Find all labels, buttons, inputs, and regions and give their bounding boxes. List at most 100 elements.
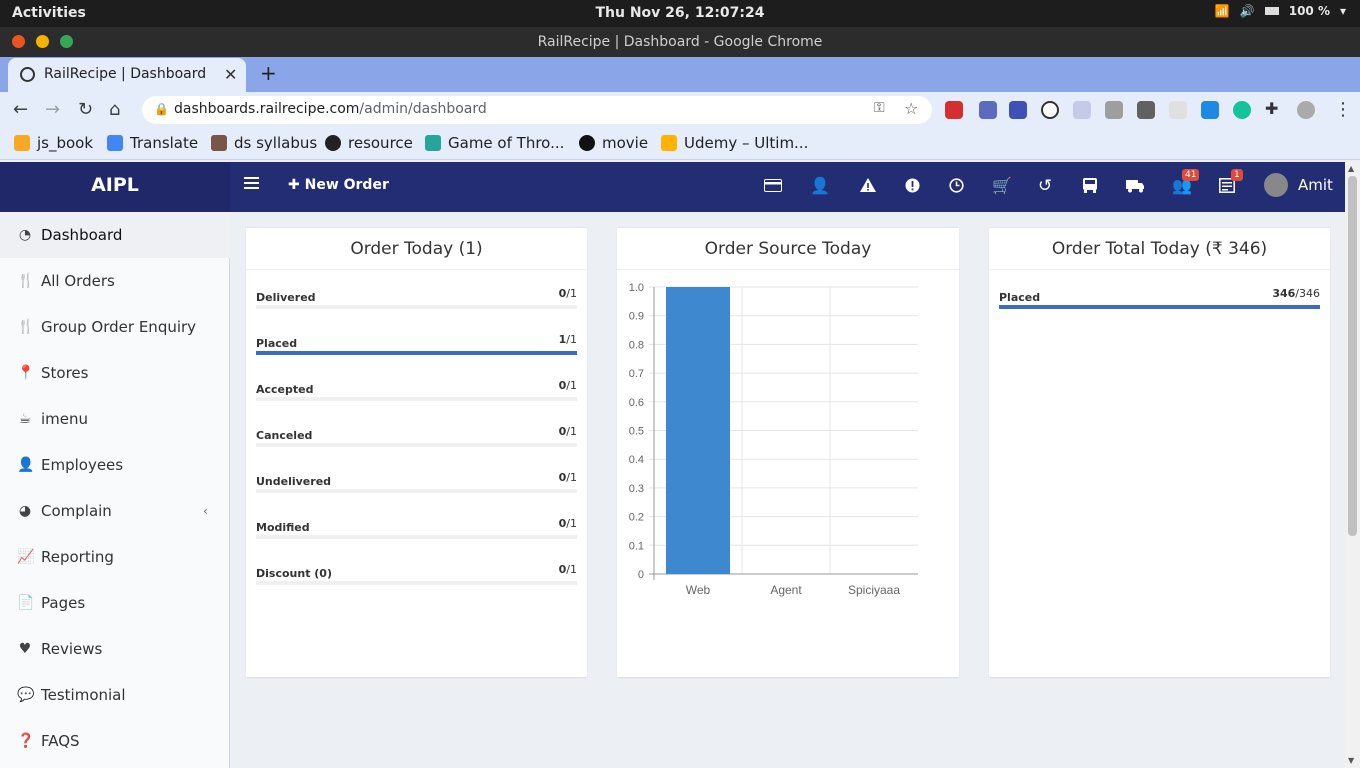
menu-icon[interactable]: ⋮: [1334, 99, 1352, 120]
address-bar[interactable]: 🔒 dashboards.railrecipe.com/admin/dashbo…: [142, 96, 932, 124]
new-order-button[interactable]: ✚ New Order: [288, 177, 389, 193]
bookmark-item[interactable]: ds syllabus: [211, 134, 317, 152]
sidebar-item-employees[interactable]: 👤 Employees: [0, 442, 230, 488]
extension-icon[interactable]: [1073, 101, 1091, 119]
sidebar-item-complain[interactable]: ◕ Complain ‹: [0, 488, 230, 534]
back-icon[interactable]: ←: [13, 99, 28, 120]
hamburger-icon[interactable]: [244, 176, 259, 190]
chevron-left-icon: ‹: [203, 504, 208, 518]
truck-icon[interactable]: [1126, 179, 1145, 193]
new-tab-icon[interactable]: +: [260, 61, 277, 85]
window-title: RailRecipe | Dashboard - Google Chrome: [537, 34, 823, 50]
bookmark-item[interactable]: js_book: [14, 134, 93, 152]
scroll-down-icon[interactable]: ▼: [1348, 756, 1354, 765]
extension-icon[interactable]: [1137, 101, 1155, 119]
extension-icon[interactable]: [1201, 101, 1219, 119]
progress-undelivered: Undelivered 0/1: [256, 469, 577, 509]
cart-icon[interactable]: 🛒: [992, 176, 1012, 195]
play-icon: [579, 135, 595, 151]
sidebar-item-reporting[interactable]: 📈 Reporting: [0, 534, 230, 580]
order-today-panel: Order Today (1) Delivered 0/1 Placed 1/1 A…: [246, 227, 587, 677]
bookmark-item[interactable]: Translate: [107, 134, 198, 152]
extension-icon[interactable]: [1233, 101, 1251, 119]
progress-total-placed: Placed 346/346: [999, 285, 1320, 325]
progress-accepted: Accepted 0/1: [256, 377, 577, 417]
x-tick-label: Agent: [770, 583, 802, 597]
cc-icon: [211, 135, 227, 151]
cutlery-icon: 🍴: [17, 273, 35, 289]
star-icon[interactable]: ☆: [904, 99, 918, 118]
sidebar-item-all-orders[interactable]: 🍴 All Orders: [0, 258, 230, 304]
clock-icon[interactable]: [949, 178, 964, 193]
order-source-title: Order Source Today: [617, 228, 959, 270]
wifi-icon: 📶: [1214, 4, 1230, 18]
y-tick-label: 0.7: [629, 368, 644, 380]
map-marker-icon: 📍: [17, 365, 35, 381]
plus-icon: ✚: [288, 177, 305, 193]
sidebar-item-testimonial[interactable]: 💬 Testimonial: [0, 672, 230, 718]
sidebar-item-pages[interactable]: 📄 Pages: [0, 580, 230, 626]
browser-tab[interactable]: RailRecipe | Dashboard ✕: [8, 58, 246, 92]
sidebar: ◔ Dashboard 🍴 All Orders 🍴 Group Order Enqu…: [0, 212, 230, 768]
globe-icon: [20, 67, 35, 82]
history-icon[interactable]: ↺: [1038, 176, 1052, 196]
extension-icon[interactable]: [1041, 101, 1059, 119]
brand-logo[interactable]: AIPL: [0, 162, 230, 212]
volume-icon: 🔊: [1239, 4, 1255, 18]
extension-icon[interactable]: [1105, 101, 1123, 119]
extension-icon[interactable]: [945, 101, 963, 119]
udemy-icon: [661, 135, 677, 151]
cutlery-icon: 🍴: [17, 319, 35, 335]
user-menu[interactable]: Amit: [1264, 173, 1333, 197]
battery-level: 100 %: [1288, 4, 1330, 18]
profile-avatar[interactable]: [1297, 101, 1315, 119]
bookmark-item[interactable]: Udemy – Ultim...: [661, 134, 808, 152]
github-icon: [325, 135, 341, 151]
extension-icon[interactable]: [979, 101, 997, 119]
close-tab-icon[interactable]: ✕: [224, 65, 237, 84]
y-tick-label: 0.2: [629, 512, 644, 524]
sidebar-item-faqs[interactable]: ❓ FAQS: [0, 718, 230, 764]
extension-icon[interactable]: [1009, 101, 1027, 119]
scroll-up-icon[interactable]: ▲: [1348, 164, 1354, 173]
y-tick-label: 0: [638, 569, 644, 581]
dashboard-icon: ◔: [18, 227, 32, 243]
clock[interactable]: Thu Nov 26, 12:07:24: [0, 5, 1360, 21]
forward-icon[interactable]: →: [45, 99, 60, 120]
key-icon[interactable]: ⚿: [874, 100, 885, 116]
sidebar-item-reviews[interactable]: ♥ Reviews: [0, 626, 230, 672]
order-total-panel: Order Total Today (₹ 346) Placed 346/346: [989, 227, 1330, 677]
bookmark-item[interactable]: movie: [579, 134, 648, 152]
y-tick-label: 0.1: [629, 540, 644, 552]
sidebar-item-dashboard[interactable]: ◔ Dashboard: [0, 212, 230, 258]
y-tick-label: 1.0: [629, 282, 644, 294]
bus-icon[interactable]: [1082, 177, 1098, 194]
home-icon[interactable]: ⌂: [109, 99, 120, 120]
exclamation-icon[interactable]: [905, 178, 920, 193]
sidebar-item-group-order-enquiry[interactable]: 🍴 Group Order Enquiry: [0, 304, 230, 350]
question-icon: ❓: [17, 733, 35, 749]
pie-chart-icon: ◕: [18, 503, 32, 519]
order-today-title: Order Today (1): [246, 228, 587, 270]
sidebar-item-imenu[interactable]: ☕ imenu: [0, 396, 230, 442]
site-icon: [425, 135, 441, 151]
puzzle-icon[interactable]: ✚: [1265, 99, 1278, 118]
scrollbar-thumb[interactable]: [1348, 176, 1357, 536]
bar-web: [666, 287, 730, 574]
card-icon[interactable]: [764, 179, 782, 192]
extension-icon[interactable]: [1169, 101, 1187, 119]
users-badge: 41: [1182, 169, 1200, 181]
sidebar-item-stores[interactable]: 📍 Stores: [0, 350, 230, 396]
warning-icon[interactable]: [859, 177, 877, 193]
system-tray[interactable]: 📶 🔊 100 % ▾: [1215, 4, 1346, 18]
tab-title: RailRecipe | Dashboard: [44, 66, 207, 82]
url-domain: dashboards.railrecipe.com: [174, 101, 360, 117]
order-total-title: Order Total Today (₹ 346): [989, 228, 1330, 270]
bookmark-item[interactable]: Game of Thro...: [425, 134, 564, 152]
user-times-icon[interactable]: 👤: [810, 176, 830, 195]
reload-icon[interactable]: ↻: [78, 99, 93, 120]
progress-modified: Modified 0/1: [256, 515, 577, 555]
y-tick-label: 0.3: [629, 483, 644, 495]
y-tick-label: 0.4: [629, 454, 644, 466]
bookmark-item[interactable]: resource: [325, 134, 413, 152]
